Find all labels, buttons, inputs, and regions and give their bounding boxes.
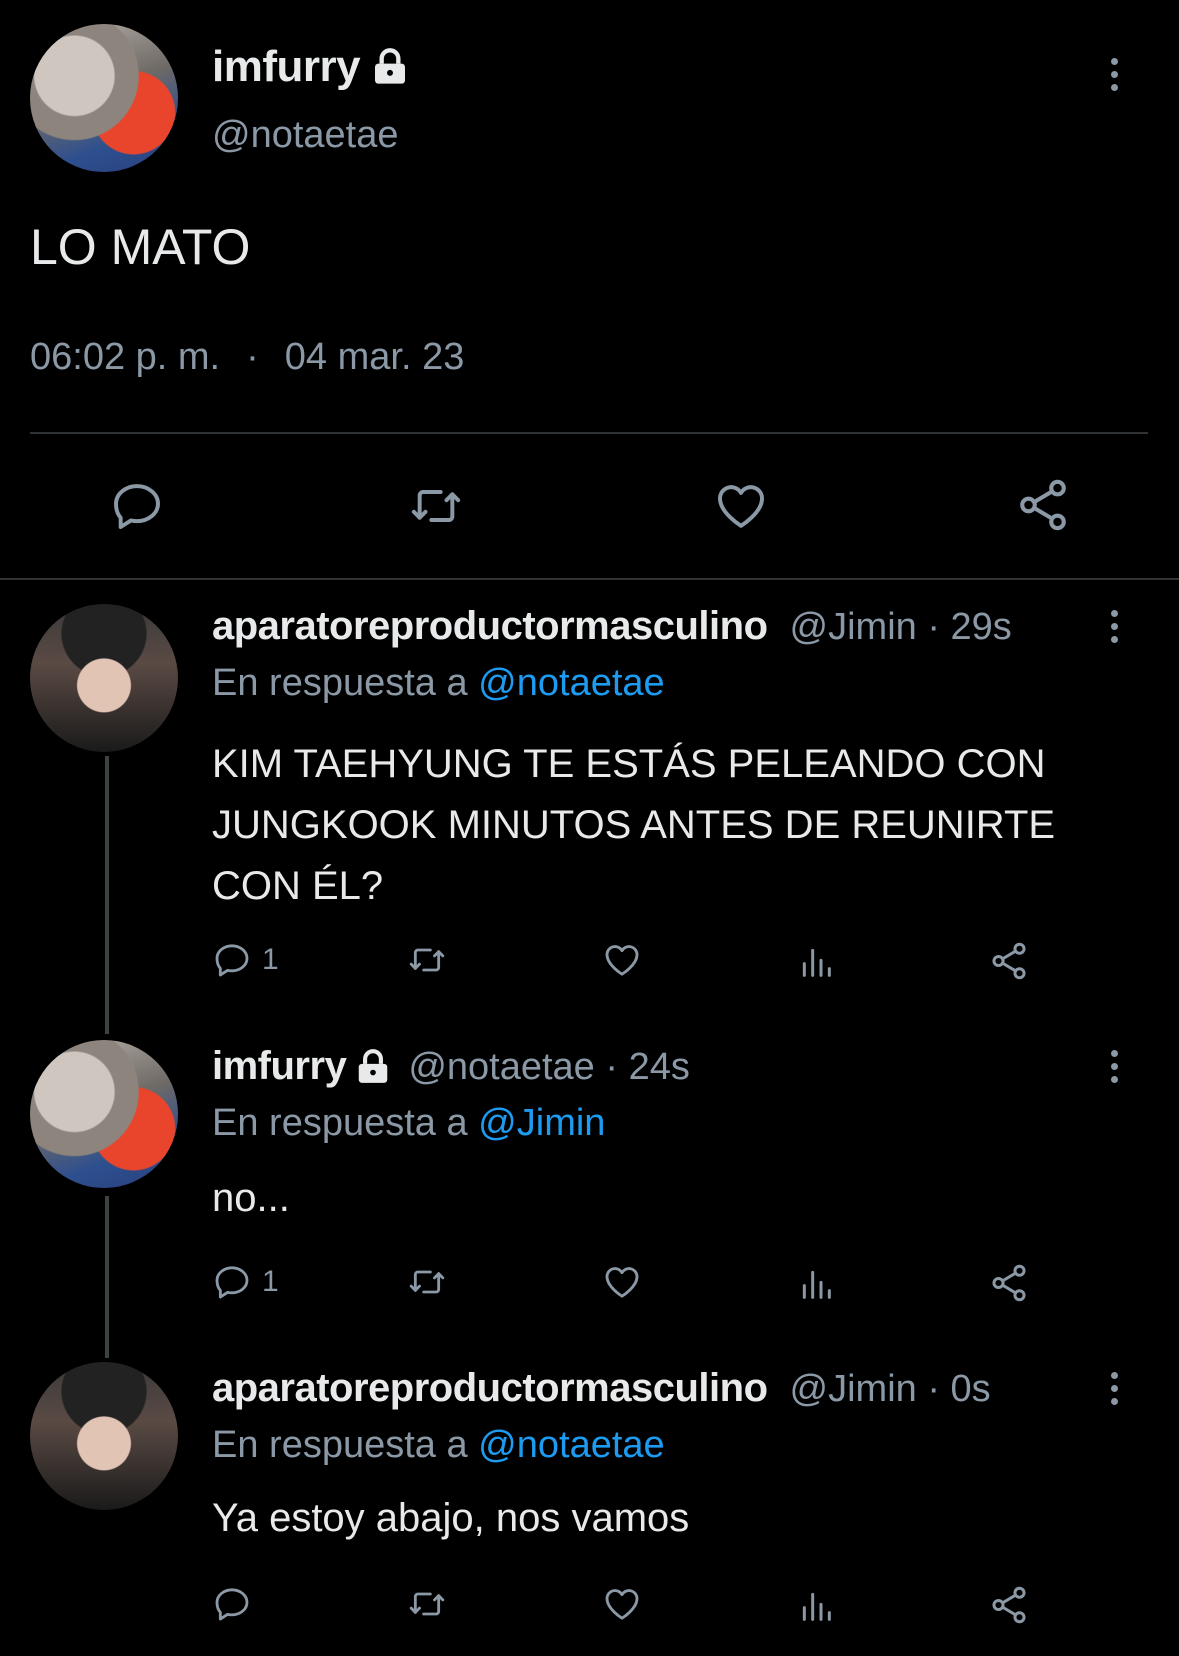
more-icon[interactable] <box>1108 1050 1120 1089</box>
avatar-reply-1[interactable] <box>30 604 178 752</box>
retweet-icon[interactable] <box>404 1262 450 1302</box>
reply-to-link[interactable]: @Jimin <box>478 1102 605 1144</box>
reply-prefix: En respuesta a <box>212 662 468 704</box>
main-timestamp: 06:02 p. m. · 04 mar. 23 <box>30 336 464 379</box>
avatar-main[interactable] <box>30 24 178 172</box>
reply-icon <box>212 1262 252 1302</box>
tweet-text-line: Ya estoy abajo, nos vamos <box>212 1496 690 1540</box>
reply-2-handle-time[interactable]: @notaetae · 24s <box>408 1046 690 1089</box>
tweet-text-line: CON ÉL? <box>212 864 384 908</box>
reply-3-handle-time[interactable]: @Jimin · 0s <box>790 1368 991 1411</box>
reply-3-context: En respuesta a @notaetae <box>212 1424 665 1467</box>
heart-icon[interactable] <box>601 940 643 980</box>
main-handle[interactable]: @notaetae <box>212 114 399 157</box>
main-display-name: imfurry <box>212 42 361 91</box>
share-icon[interactable] <box>988 1262 1030 1304</box>
retweet-icon[interactable] <box>404 1584 450 1624</box>
reply-count: 1 <box>262 1265 279 1298</box>
heart-icon[interactable] <box>601 1584 643 1624</box>
reply-1-header: aparatoreproductormasculino @Jimin · 29s <box>212 604 1012 649</box>
analytics-icon[interactable] <box>796 1586 836 1626</box>
thread-line <box>105 1196 109 1358</box>
retweet-icon[interactable] <box>404 478 468 534</box>
reply-1-display-name[interactable]: aparatoreproductormasculino <box>212 604 768 649</box>
retweet-icon[interactable] <box>404 940 450 980</box>
reply-3-display-name[interactable]: aparatoreproductormasculino <box>212 1366 768 1411</box>
reply-1-handle-time[interactable]: @Jimin · 29s <box>790 606 1012 649</box>
main-author[interactable]: imfurry <box>212 42 410 92</box>
reply-1-context: En respuesta a @notaetae <box>212 662 665 705</box>
reply-3-text: Ya estoy abajo, nos vamos <box>212 1496 689 1541</box>
reply-button[interactable]: 1 <box>212 1262 279 1302</box>
reply-count: 1 <box>262 943 279 976</box>
more-icon[interactable] <box>1108 1372 1120 1411</box>
reply-button[interactable]: 1 <box>212 940 279 980</box>
reply-2-display-name[interactable]: imfurry <box>212 1044 347 1089</box>
reply-2-context: En respuesta a @Jimin <box>212 1102 605 1145</box>
tweet-text-line: JUNGKOOK MINUTOS ANTES DE REUNIRTE <box>212 803 1056 847</box>
reply-prefix: En respuesta a <box>212 1102 468 1144</box>
share-icon[interactable] <box>988 940 1030 982</box>
reply-icon[interactable] <box>212 1584 252 1624</box>
main-tweet-text: LO MATO <box>30 219 251 275</box>
heart-icon[interactable] <box>601 1262 643 1302</box>
share-icon[interactable] <box>988 1584 1030 1626</box>
reply-2-header: imfurry @notaetae · 24s <box>212 1044 690 1089</box>
tweet-text-line: KIM TAEHYUNG TE ESTÁS PELEANDO CON <box>212 742 1046 786</box>
section-divider <box>0 578 1179 580</box>
reply-prefix: En respuesta a <box>212 1424 468 1466</box>
separator-dot: · <box>246 336 259 378</box>
more-icon[interactable] <box>1108 58 1120 97</box>
divider <box>30 432 1148 434</box>
share-icon[interactable] <box>1014 476 1072 534</box>
avatar-reply-2[interactable] <box>30 1040 178 1188</box>
analytics-icon[interactable] <box>796 1264 836 1304</box>
avatar-reply-3[interactable] <box>30 1362 178 1510</box>
reply-2-text: no... <box>212 1176 290 1221</box>
tweet-text-line: no... <box>212 1176 290 1220</box>
lock-icon <box>370 47 410 87</box>
reply-to-link[interactable]: @notaetae <box>478 662 665 704</box>
reply-to-link[interactable]: @notaetae <box>478 1424 665 1466</box>
reply-3-header: aparatoreproductormasculino @Jimin · 0s <box>212 1366 991 1411</box>
reply-1-text: KIM TAEHYUNG TE ESTÁS PELEANDO CON JUNGK… <box>212 734 1055 917</box>
lock-icon <box>354 1048 392 1086</box>
analytics-icon[interactable] <box>796 942 836 982</box>
heart-icon[interactable] <box>712 478 770 534</box>
main-time[interactable]: 06:02 p. m. <box>30 336 220 379</box>
more-icon[interactable] <box>1108 610 1120 649</box>
reply-icon[interactable] <box>108 478 166 534</box>
reply-icon <box>212 940 252 980</box>
thread-line <box>105 756 109 1034</box>
main-date[interactable]: 04 mar. 23 <box>285 336 465 379</box>
